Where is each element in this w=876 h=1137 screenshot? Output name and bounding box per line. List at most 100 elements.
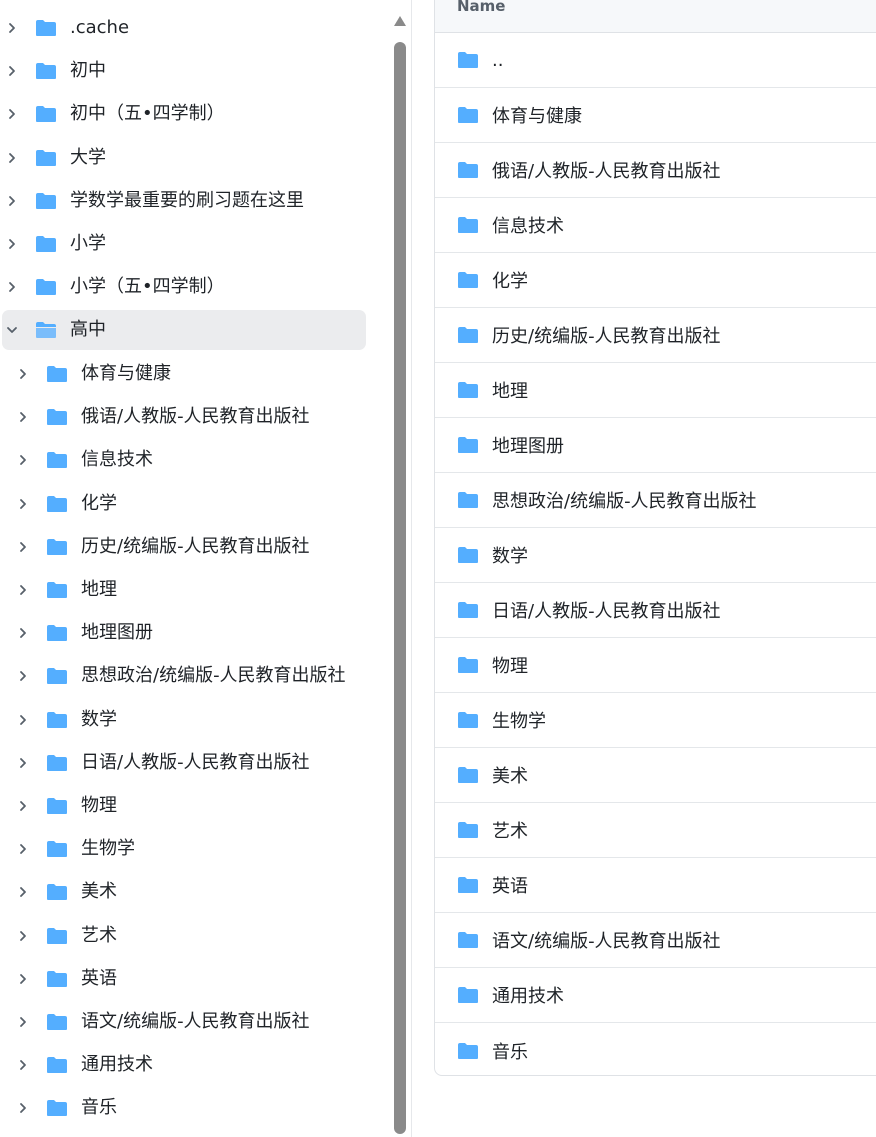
- list-item-label[interactable]: 体育与健康: [492, 102, 582, 128]
- tree-item-child[interactable]: 通用技术: [0, 1045, 370, 1085]
- list-item-label[interactable]: 美术: [492, 762, 528, 788]
- chevron-right-icon[interactable]: [15, 798, 31, 814]
- tree-item-root[interactable]: 高中: [2, 310, 366, 351]
- scroll-up-arrow-icon[interactable]: [394, 16, 406, 26]
- list-item-label[interactable]: 音乐: [492, 1038, 528, 1064]
- list-item-label[interactable]: 生物学: [492, 707, 546, 733]
- tree-scrollbar[interactable]: [392, 8, 408, 1134]
- list-item[interactable]: 语文/统编版-人民教育出版社: [435, 913, 876, 968]
- tree-item-root[interactable]: 小学: [0, 224, 370, 264]
- tree-item-child[interactable]: 生物学: [0, 829, 370, 869]
- list-item-label[interactable]: 物理: [492, 652, 528, 678]
- parent-directory-row[interactable]: ..: [435, 33, 876, 88]
- tree-item-child[interactable]: 物理: [0, 786, 370, 826]
- folder-icon: [46, 581, 68, 599]
- tree-item-child[interactable]: 音乐: [0, 1088, 370, 1128]
- list-item-label[interactable]: 语文/统编版-人民教育出版社: [492, 927, 721, 953]
- tree-item-child[interactable]: 化学: [0, 484, 370, 524]
- tree-item-child[interactable]: 俄语/人教版-人民教育出版社: [0, 397, 370, 437]
- list-item-label[interactable]: 信息技术: [492, 212, 564, 238]
- list-item[interactable]: 俄语/人教版-人民教育出版社: [435, 143, 876, 198]
- chevron-right-icon[interactable]: [15, 625, 31, 641]
- chevron-right-icon[interactable]: [15, 539, 31, 555]
- name-column-header[interactable]: Name: [457, 0, 505, 15]
- chevron-right-icon[interactable]: [4, 279, 20, 295]
- folder-icon: [457, 216, 479, 234]
- tree-item-child[interactable]: 思想政治/统编版-人民教育出版社: [0, 656, 370, 696]
- list-item[interactable]: 音乐: [435, 1023, 876, 1075]
- tree-item-root[interactable]: 初中（五•四学制）: [0, 94, 370, 134]
- folder-icon: [457, 106, 479, 124]
- chevron-right-icon[interactable]: [15, 1014, 31, 1030]
- chevron-right-icon[interactable]: [15, 712, 31, 728]
- chevron-right-icon[interactable]: [4, 236, 20, 252]
- chevron-right-icon[interactable]: [15, 409, 31, 425]
- tree-item-root[interactable]: 大学: [0, 138, 370, 178]
- list-item-label[interactable]: 地理: [492, 377, 528, 403]
- scrollbar-thumb[interactable]: [394, 42, 406, 1134]
- list-item[interactable]: 历史/统编版-人民教育出版社: [435, 308, 876, 363]
- chevron-down-icon[interactable]: [4, 322, 20, 338]
- chevron-right-icon[interactable]: [15, 496, 31, 512]
- chevron-right-icon[interactable]: [15, 1057, 31, 1073]
- chevron-right-icon[interactable]: [15, 366, 31, 382]
- chevron-right-icon[interactable]: [15, 582, 31, 598]
- list-item[interactable]: 日语/人教版-人民教育出版社: [435, 583, 876, 638]
- tree-item-root[interactable]: 学数学最重要的刷习题在这里: [0, 181, 370, 221]
- tree-item-child[interactable]: 英语: [0, 959, 370, 999]
- list-item[interactable]: 信息技术: [435, 198, 876, 253]
- tree-item-root[interactable]: 小学（五•四学制）: [0, 267, 370, 307]
- tree-item-root[interactable]: 初中: [0, 51, 370, 91]
- chevron-right-icon[interactable]: [4, 20, 20, 36]
- list-item[interactable]: 化学: [435, 253, 876, 308]
- panel-divider[interactable]: [411, 0, 412, 1137]
- list-item[interactable]: 思想政治/统编版-人民教育出版社: [435, 473, 876, 528]
- tree-item-child[interactable]: 语文/统编版-人民教育出版社: [0, 1002, 370, 1042]
- chevron-right-icon[interactable]: [15, 884, 31, 900]
- list-item-label[interactable]: 英语: [492, 872, 528, 898]
- chevron-right-icon[interactable]: [4, 150, 20, 166]
- list-item[interactable]: 地理: [435, 363, 876, 418]
- list-item-label[interactable]: 历史/统编版-人民教育出版社: [492, 322, 721, 348]
- list-item-label[interactable]: 地理图册: [492, 432, 564, 458]
- chevron-right-icon[interactable]: [4, 106, 20, 122]
- tree-item-child[interactable]: 日语/人教版-人民教育出版社: [0, 743, 370, 783]
- chevron-right-icon[interactable]: [15, 755, 31, 771]
- chevron-right-icon[interactable]: [15, 668, 31, 684]
- list-item-label[interactable]: 思想政治/统编版-人民教育出版社: [492, 487, 757, 513]
- folder-icon: [46, 1099, 68, 1117]
- list-item-label[interactable]: 化学: [492, 267, 528, 293]
- tree-item-child[interactable]: 地理图册: [0, 613, 370, 653]
- chevron-right-icon[interactable]: [15, 971, 31, 987]
- list-item[interactable]: 地理图册: [435, 418, 876, 473]
- tree-item-child[interactable]: 美术: [0, 872, 370, 912]
- chevron-right-icon[interactable]: [15, 841, 31, 857]
- chevron-right-icon[interactable]: [4, 193, 20, 209]
- tree-item-root[interactable]: .cache: [0, 8, 370, 48]
- folder-icon: [457, 821, 479, 839]
- list-item[interactable]: 英语: [435, 858, 876, 913]
- list-item[interactable]: 通用技术: [435, 968, 876, 1023]
- list-item[interactable]: 艺术: [435, 803, 876, 858]
- tree-item-child[interactable]: 体育与健康: [0, 354, 370, 394]
- list-item-label[interactable]: 俄语/人教版-人民教育出版社: [492, 157, 721, 183]
- list-item[interactable]: 物理: [435, 638, 876, 693]
- list-item-label[interactable]: 艺术: [492, 817, 528, 843]
- list-item[interactable]: 数学: [435, 528, 876, 583]
- tree-item-child[interactable]: 信息技术: [0, 440, 370, 480]
- chevron-right-icon[interactable]: [15, 928, 31, 944]
- list-item[interactable]: 体育与健康: [435, 88, 876, 143]
- list-item[interactable]: 生物学: [435, 693, 876, 748]
- list-item-label[interactable]: ..: [492, 50, 503, 71]
- chevron-right-icon[interactable]: [4, 63, 20, 79]
- tree-item-child[interactable]: 地理: [0, 570, 370, 610]
- list-item[interactable]: 美术: [435, 748, 876, 803]
- chevron-right-icon[interactable]: [15, 1100, 31, 1116]
- tree-item-child[interactable]: 历史/统编版-人民教育出版社: [0, 527, 370, 567]
- list-item-label[interactable]: 数学: [492, 542, 528, 568]
- tree-item-child[interactable]: 艺术: [0, 916, 370, 956]
- tree-item-child[interactable]: 数学: [0, 700, 370, 740]
- list-item-label[interactable]: 日语/人教版-人民教育出版社: [492, 597, 721, 623]
- list-item-label[interactable]: 通用技术: [492, 982, 564, 1008]
- chevron-right-icon[interactable]: [15, 452, 31, 468]
